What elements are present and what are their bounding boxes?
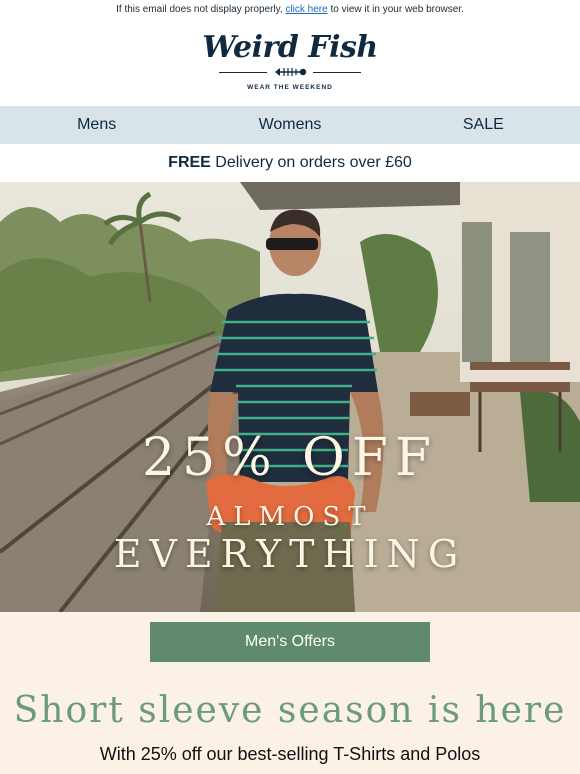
mens-offers-button[interactable]: Men's Offers <box>150 622 430 662</box>
logo-rule-right <box>313 71 361 73</box>
preheader-text-before: If this email does not display properly, <box>116 4 286 15</box>
main-nav: Mens Womens SALE <box>0 106 580 144</box>
section-title: Short sleeve season is here <box>13 690 567 731</box>
fish-skeleton-icon <box>275 68 307 76</box>
logo-divider <box>219 66 361 78</box>
section-subtitle: With 25% off our best-selling T-Shirts a… <box>99 744 481 764</box>
free-label: FREE <box>168 154 211 171</box>
hero-subline-everything: EVERYTHING <box>113 532 467 576</box>
logo-tagline: WEAR THE WEEKEND <box>247 84 333 91</box>
logo-wordmark: Weird Fish <box>202 30 378 65</box>
preheader: If this email does not display properly,… <box>0 0 580 20</box>
logo-rule-left <box>219 71 267 73</box>
free-delivery-banner[interactable]: FREE Delivery on orders over £60 <box>0 144 580 182</box>
delivery-text: Delivery on orders over £60 <box>210 154 412 171</box>
nav-item-sale[interactable]: SALE <box>387 116 580 134</box>
nav-item-womens[interactable]: Womens <box>193 116 386 134</box>
hero-subline-almost: ALMOST <box>206 502 374 532</box>
hero-headline: 25% OFF <box>142 428 438 488</box>
preheader-text-after: to view it in your web browser. <box>327 4 464 15</box>
hero-banner[interactable]: 25% OFF ALMOST EVERYTHING <box>0 182 580 612</box>
brand-logo[interactable]: Weird Fish WEAR THE WEEKEND <box>0 20 580 106</box>
nav-item-mens[interactable]: Mens <box>0 116 193 134</box>
view-in-browser-link[interactable]: click here <box>285 4 327 15</box>
offers-section: Men's Offers Short sleeve season is here… <box>0 612 580 774</box>
